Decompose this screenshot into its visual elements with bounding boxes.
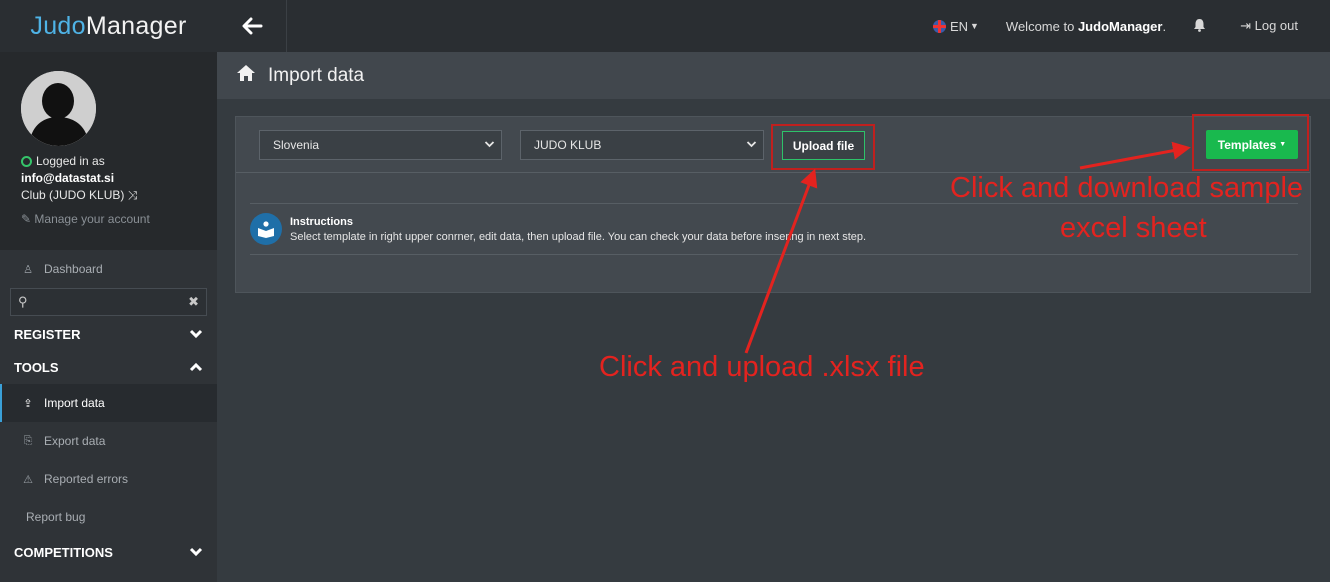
annotation-arrows bbox=[744, 141, 1191, 354]
arrow-to-upload bbox=[744, 168, 818, 354]
annotation-download-line2: excel sheet bbox=[1060, 212, 1207, 244]
annotation-upload: Click and upload .xlsx file bbox=[599, 351, 925, 383]
arrow-to-templates bbox=[1079, 141, 1191, 170]
annotation-download-line1: Click and download sample bbox=[950, 172, 1304, 204]
